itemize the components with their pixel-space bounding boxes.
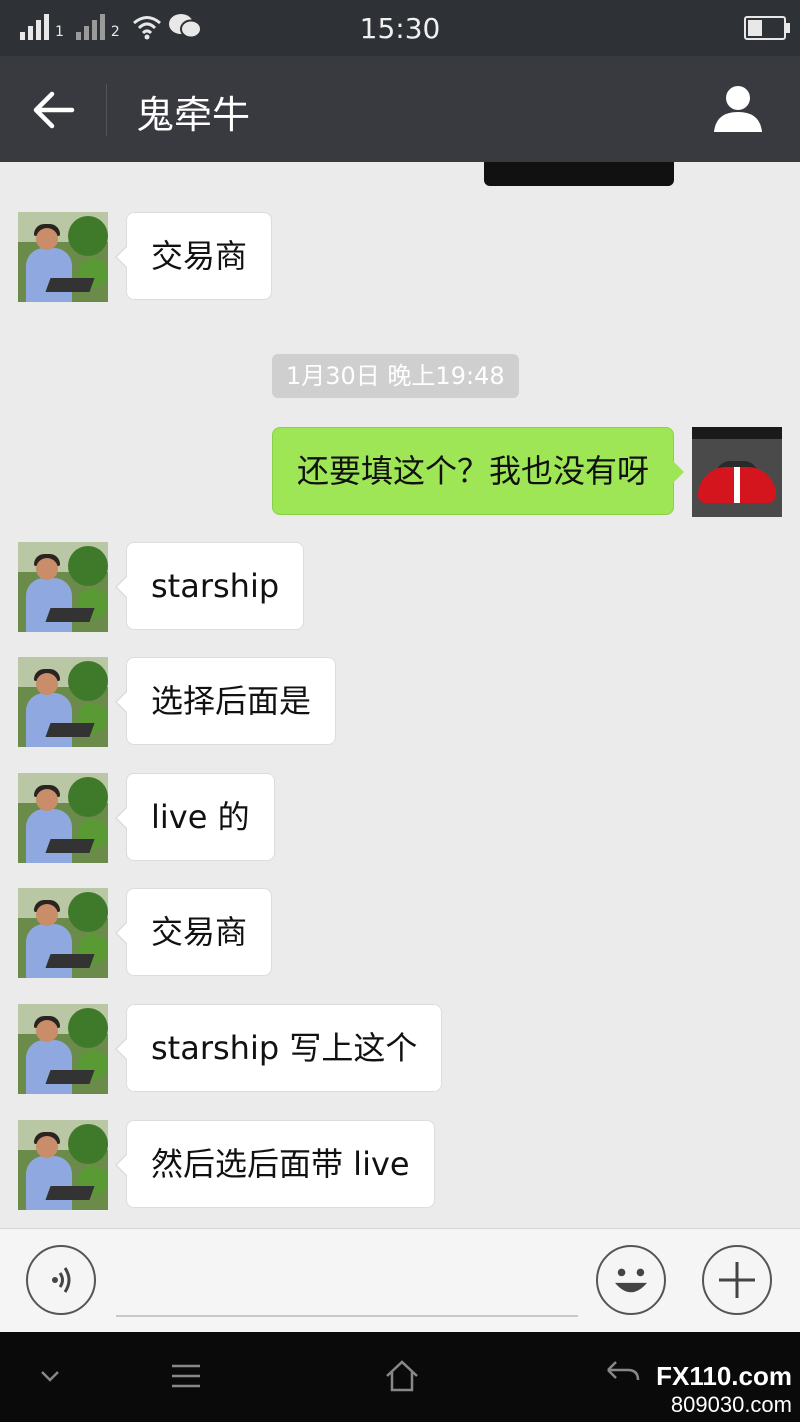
watermark: FX110.com 809030.com (656, 1361, 792, 1418)
message-bubble[interactable]: 交易商 (114, 212, 273, 300)
chevron-down-icon[interactable] (38, 1368, 62, 1384)
chat-title: 鬼牵牛 (136, 93, 251, 137)
contact-avatar[interactable] (18, 1004, 108, 1094)
message-bubble[interactable]: 选择后面是 (114, 657, 337, 745)
self-avatar[interactable] (692, 427, 782, 517)
voice-button[interactable] (26, 1245, 96, 1315)
message-bubble[interactable]: live 的 (115, 773, 275, 861)
contact-avatar[interactable] (18, 212, 108, 302)
message-bubble[interactable]: 交易商 (114, 888, 273, 976)
emoji-button[interactable] (596, 1245, 666, 1315)
header-divider (106, 84, 107, 136)
plus-button[interactable] (702, 1245, 772, 1315)
back-icon[interactable] (604, 1360, 640, 1390)
sent-message-bubble[interactable]: 还要填这个？我也没有呀 (271, 427, 685, 515)
contact-avatar[interactable] (18, 657, 108, 747)
contact-avatar[interactable] (18, 888, 108, 978)
message-bubble[interactable]: starship 写上这个 (114, 1004, 443, 1092)
message-timestamp: 1月30日 晚上19:48 (272, 354, 519, 398)
input-bar (0, 1228, 800, 1333)
back-arrow-icon[interactable] (30, 86, 78, 134)
menu-icon[interactable] (170, 1360, 202, 1392)
status-time: 15:30 (359, 12, 441, 45)
watermark-number: 809030.com (670, 1392, 792, 1417)
contact-avatar[interactable] (18, 773, 108, 863)
message-bubble[interactable]: 然后选后面带 live (115, 1120, 435, 1208)
pinned-image-edge (484, 162, 674, 186)
home-icon[interactable] (384, 1358, 420, 1394)
profile-icon[interactable] (712, 84, 764, 136)
message-input[interactable] (116, 1315, 578, 1317)
emoji-icon (614, 1268, 648, 1293)
watermark-brand: FX110.com (656, 1361, 792, 1391)
contact-avatar[interactable] (18, 542, 108, 632)
chat-header: 鬼牵牛 (0, 56, 800, 162)
message-bubble[interactable]: starship (114, 542, 305, 630)
status-bar: 1 2 15:30 (0, 0, 800, 56)
plus-icon (719, 1262, 755, 1298)
system-nav-bar: FX110.com 809030.com (0, 1332, 800, 1422)
contact-avatar[interactable] (18, 1120, 108, 1210)
voice-icon (52, 1267, 71, 1293)
battery-icon (744, 16, 790, 40)
